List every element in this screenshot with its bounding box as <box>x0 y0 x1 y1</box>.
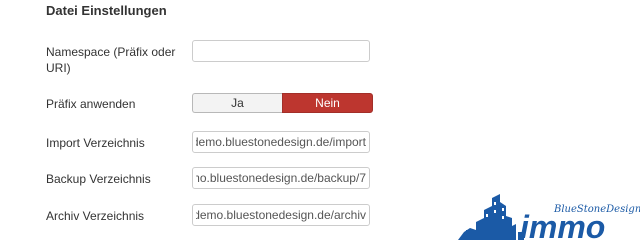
archive-dir-label: Archiv Verzeichnis <box>46 209 145 223</box>
backup-dir-label: Backup Verzeichnis <box>46 172 151 186</box>
backup-dir-input[interactable] <box>192 167 370 189</box>
prefix-no-button[interactable]: Nein <box>282 93 373 113</box>
bluestonedesign-immo-logo: BlueStoneDesign immo <box>458 194 640 240</box>
import-dir-label: Import Verzeichnis <box>46 136 145 150</box>
import-dir-input[interactable] <box>192 131 370 153</box>
prefix-toggle: Ja Nein <box>192 93 373 113</box>
namespace-input[interactable] <box>192 40 370 62</box>
prefix-label: Präfix anwenden <box>46 97 136 111</box>
prefix-yes-button[interactable]: Ja <box>192 93 282 113</box>
namespace-label: Namespace (Präfix oder URI) <box>46 45 176 75</box>
archive-dir-input[interactable] <box>192 204 370 226</box>
section-title: Datei Einstellungen <box>46 3 167 18</box>
logo-word-text: immo <box>520 209 605 240</box>
